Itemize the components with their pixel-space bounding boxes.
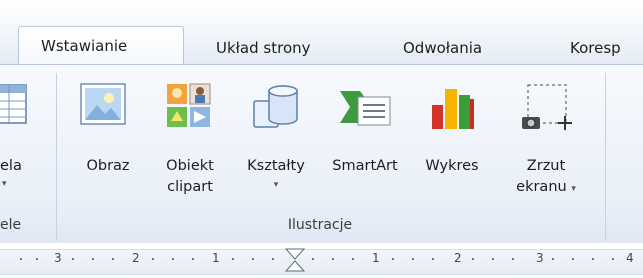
ruler-tick <box>612 258 614 260</box>
ribbon-panel: ela ▾ ele Obraz Obiekt clipart Kształty … <box>0 64 643 244</box>
picture-button-label: Obraz <box>86 158 130 174</box>
illustrations-group-label: Ilustracje <box>287 217 353 233</box>
ruler-tick <box>432 258 434 260</box>
shapes-icon <box>253 85 298 128</box>
ruler-tick <box>272 258 274 260</box>
ruler-tick <box>572 258 574 260</box>
table-icon <box>0 84 27 124</box>
shapes-button-label: Kształty <box>247 158 305 174</box>
ruler-tick <box>512 258 514 260</box>
shapes-dropdown-arrow-icon: ▾ <box>273 180 279 190</box>
tab-references[interactable]: Odwołania <box>393 32 492 64</box>
ruler-label: 1 <box>372 251 380 265</box>
ruler-tick <box>36 258 38 260</box>
group-separator <box>605 73 606 241</box>
tab-page-layout-label: Układ strony <box>216 39 311 57</box>
table-button-label: ela <box>0 158 22 174</box>
ruler-tick <box>112 258 114 260</box>
indent-marker-icon[interactable] <box>283 247 307 273</box>
tab-insert[interactable]: Wstawianie <box>18 26 184 66</box>
ruler-label: 3 <box>54 251 62 265</box>
screenshot-button-label-line2: ekranu ▾ <box>496 178 596 199</box>
tab-insert-label: Wstawianie <box>41 37 128 55</box>
ruler-tick <box>312 258 314 260</box>
ruler-strip <box>0 249 643 275</box>
ruler-tick <box>252 258 254 260</box>
smartart-icon <box>340 91 391 126</box>
ruler-tick <box>232 258 234 260</box>
ruler-tick <box>20 258 22 260</box>
tab-mailings[interactable]: Koresp <box>560 32 631 64</box>
ruler-tick <box>172 258 174 260</box>
ruler-label: 2 <box>132 251 140 265</box>
ruler-tick <box>492 258 494 260</box>
ruler-tick <box>152 258 154 260</box>
ruler-label: 3 <box>536 251 544 265</box>
clipart-button-label-line1: Obiekt <box>166 158 214 174</box>
screenshot-button-label-line1: Zrzut <box>526 158 566 174</box>
ruler-label: 1 <box>212 251 220 265</box>
ruler-label: 4 <box>626 251 634 265</box>
ruler-tick <box>392 258 394 260</box>
table-dropdown-arrow-icon: ▾ <box>2 179 7 189</box>
ruler-tick <box>332 258 334 260</box>
group-separator <box>56 73 57 241</box>
smartart-button-label: SmartArt <box>332 158 398 174</box>
ruler-tick <box>552 258 554 260</box>
ruler-tick <box>412 258 414 260</box>
tab-page-layout[interactable]: Układ strony <box>206 32 321 64</box>
tables-group-label: ele <box>0 217 22 233</box>
ruler-tick <box>472 258 474 260</box>
tab-mailings-label: Koresp <box>570 39 621 57</box>
ruler-tick <box>192 258 194 260</box>
ribbon-tab-bar: Wstawianie Układ strony Odwołania Koresp <box>0 0 643 66</box>
ruler-tick <box>352 258 354 260</box>
horizontal-ruler[interactable]: 3 2 1 1 2 3 4 <box>0 243 643 278</box>
chart-button-label: Wykres <box>425 158 479 174</box>
picture-icon <box>80 83 126 125</box>
ruler-label: 2 <box>454 251 462 265</box>
chart-icon <box>432 89 474 129</box>
screenshot-dropdown-arrow-icon: ▾ <box>571 184 576 194</box>
clipart-button-label-line2: clipart <box>167 179 213 195</box>
screenshot-button-label-text: ekranu <box>516 179 567 195</box>
tab-references-label: Odwołania <box>403 39 483 57</box>
ruler-tick <box>592 258 594 260</box>
clipart-icon <box>167 83 211 127</box>
screenshot-icon <box>522 84 572 130</box>
ruler-tick <box>92 258 94 260</box>
ruler-tick <box>72 258 74 260</box>
